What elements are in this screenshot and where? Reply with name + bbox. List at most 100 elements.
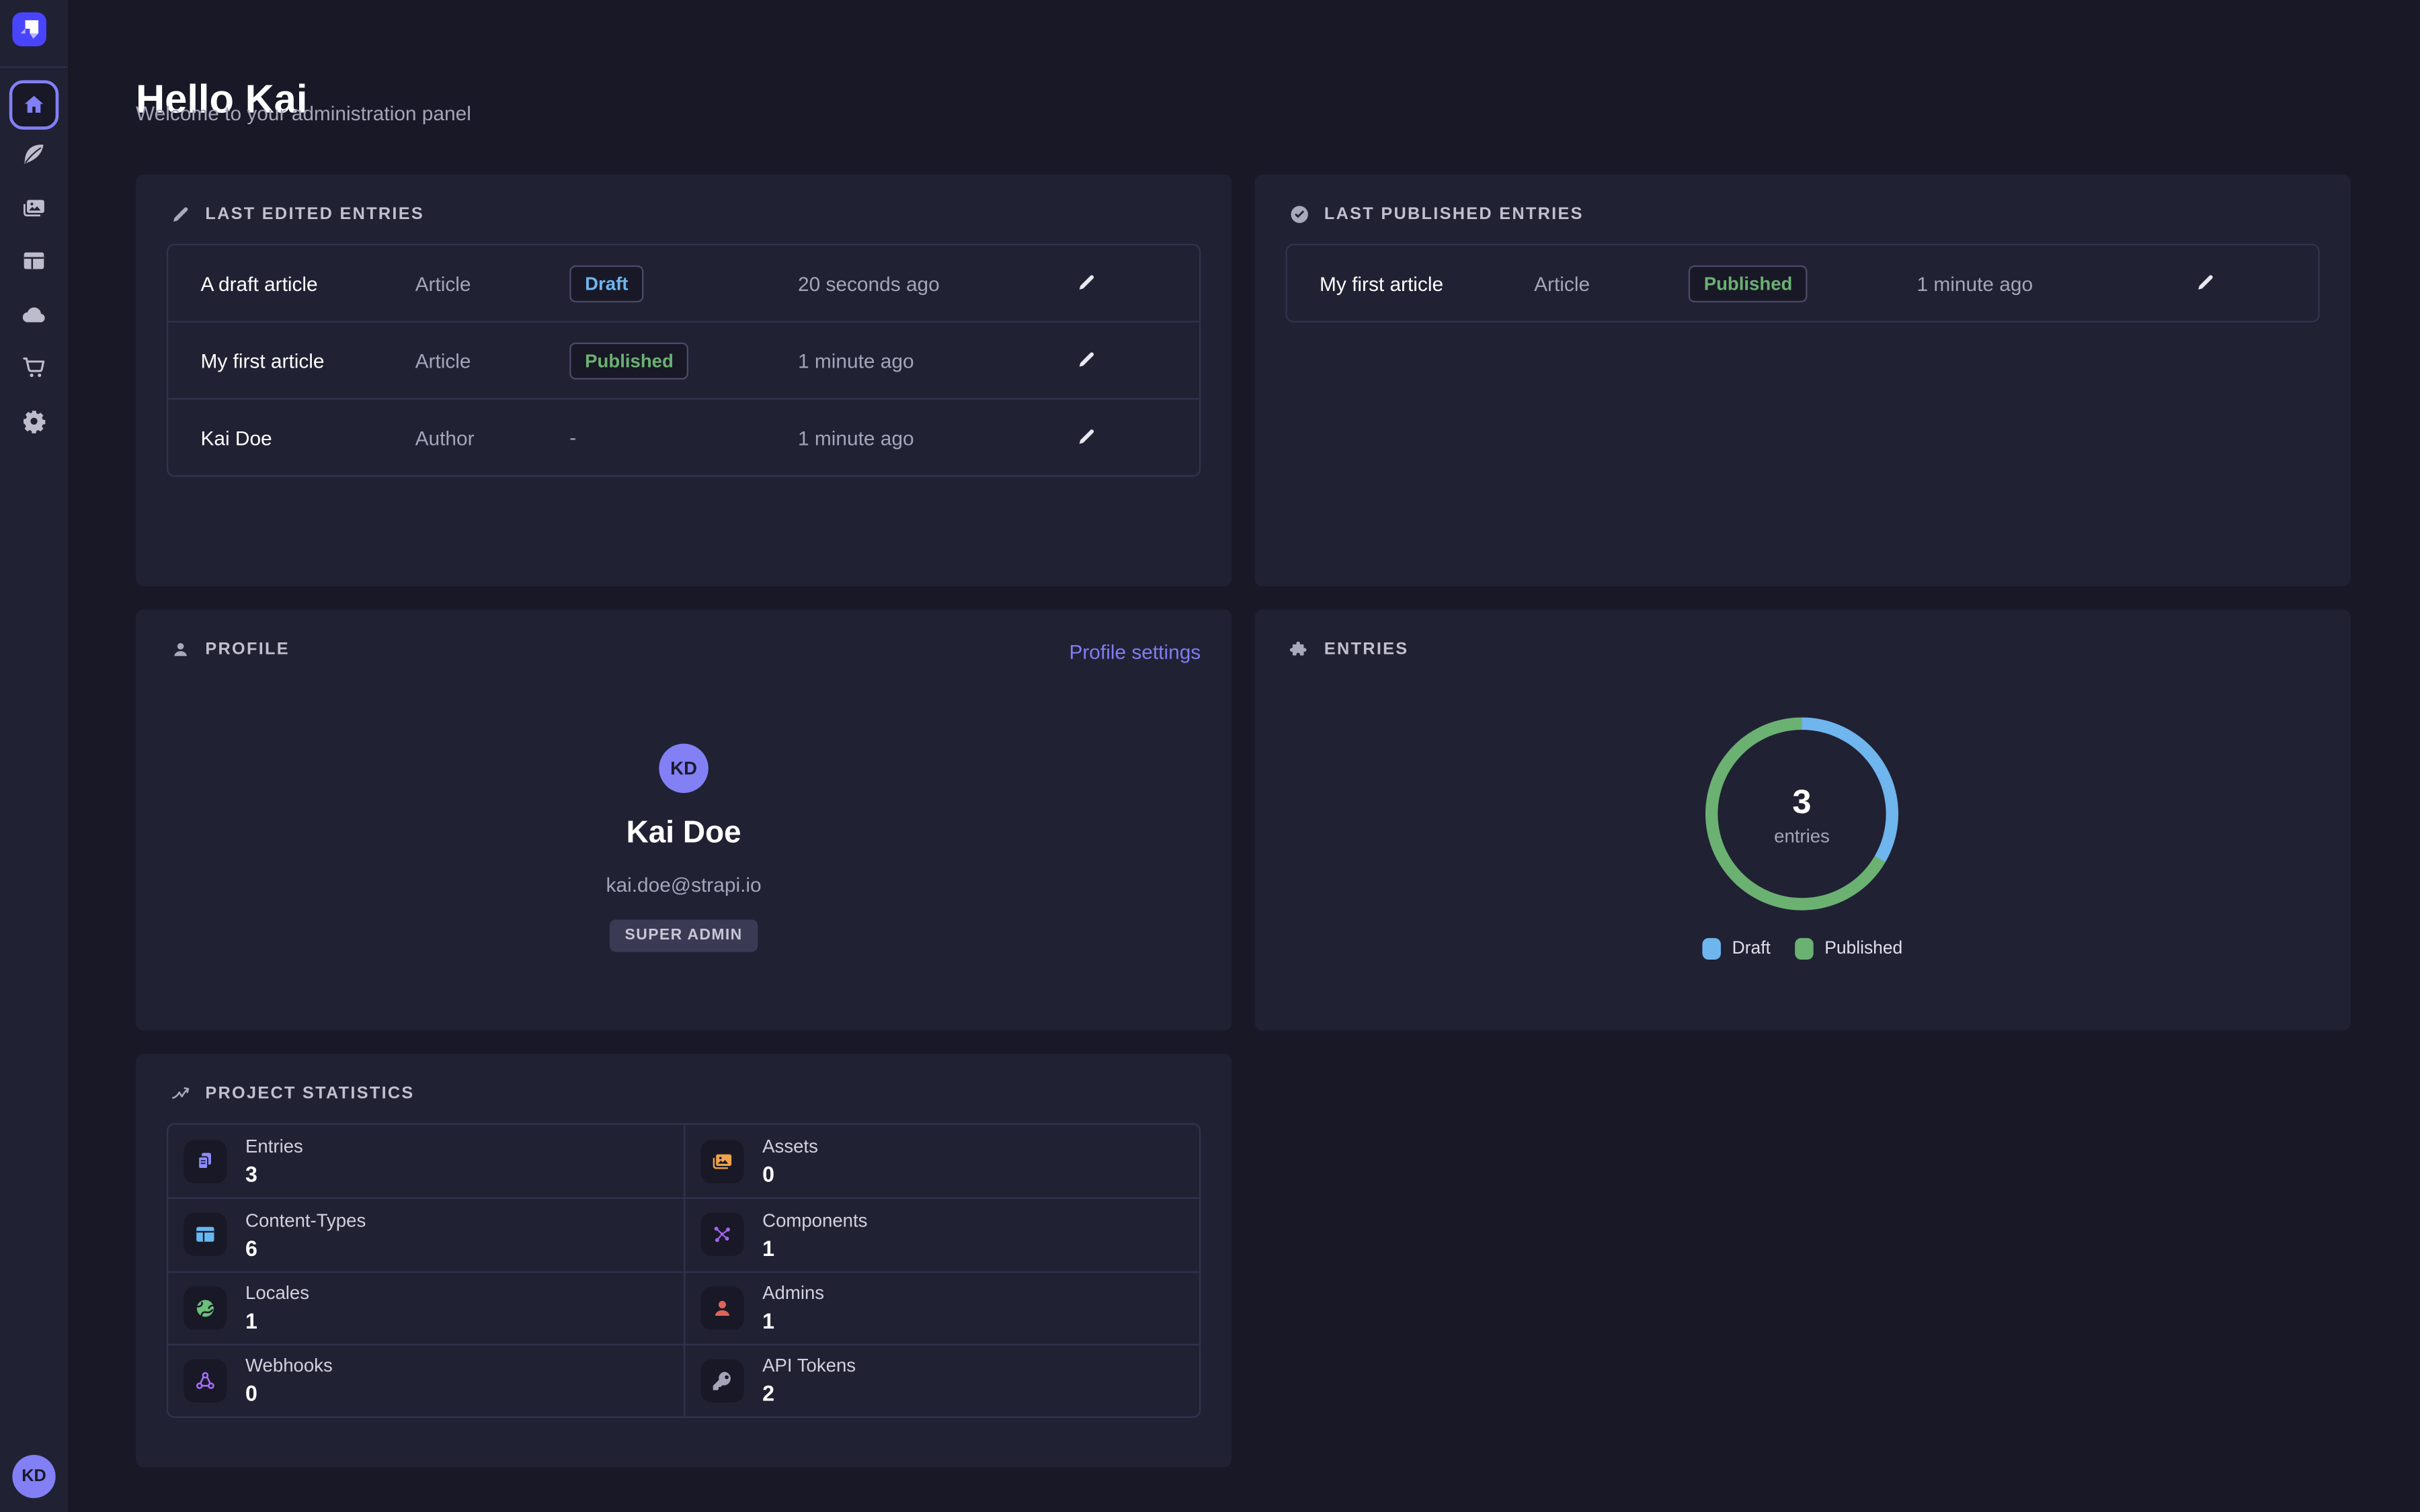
stat-admins: Admins1 [684,1271,1199,1343]
profile-settings-link[interactable]: Profile settings [1069,640,1201,663]
stats-grid: Entries3 Assets0 Content-Types6 Componen… [167,1123,1201,1418]
gear-icon [20,407,48,435]
puzzle-icon [1289,639,1310,661]
feather-icon [20,140,48,168]
entry-type: Author [415,426,475,449]
entry-time: 20 seconds ago [798,271,940,294]
entry-time: 1 minute ago [1917,271,2033,294]
pictures-icon [710,1149,735,1174]
legend-published-swatch [1796,938,1814,960]
stat-api-tokens: API Tokens2 [684,1343,1199,1416]
stat-value: 1 [245,1308,309,1333]
edit-entry-button[interactable] [1076,425,1100,450]
person-icon [170,639,192,661]
home-icon [22,93,46,118]
edit-entry-button[interactable] [1076,348,1100,373]
sidebar-item-deploy[interactable] [20,301,48,329]
stat-value: 6 [245,1236,366,1261]
entry-time: 1 minute ago [798,349,914,372]
webhook-icon [193,1368,218,1393]
card-header: LAST EDITED ENTRIES [170,204,424,225]
entry-type: Article [415,271,471,294]
sidebar-item-media-library[interactable] [20,194,48,222]
entry-name: Kai Doe [200,426,272,449]
table-row: My first article Article Published 1 min… [168,321,1199,398]
profile-card: PROFILE Profile settings KD Kai Doe kai.… [136,610,1232,1031]
table-row: My first article Article Published 1 min… [1287,245,2318,321]
edit-entry-button[interactable] [1076,271,1100,296]
trending-up-icon [170,1083,192,1105]
table-row: Kai Doe Author - 1 minute ago [168,398,1199,475]
status-badge: Draft [569,265,643,302]
entries-card: ENTRIES 3 entries Draft Published [1255,610,2351,1031]
stat-value: 1 [762,1308,824,1333]
profile-name: Kai Doe [627,816,741,852]
legend-draft-swatch [1703,938,1722,960]
edit-entry-button[interactable] [2195,271,2220,296]
card-title: PROFILE [205,640,290,659]
cloud-icon [20,301,48,329]
stat-locales: Locales 1 [168,1271,684,1343]
stat-value: 0 [245,1382,333,1406]
entry-name: My first article [200,349,324,372]
donut-center: 3 entries [1718,730,1886,898]
stat-label: Components [762,1210,867,1231]
last-edited-entries-card: LAST EDITED ENTRIES A draft article Arti… [136,174,1232,586]
card-header: LAST PUBLISHED ENTRIES [1289,204,1584,225]
stat-components: Components 1 [684,1198,1199,1270]
sidebar-item-marketplace[interactable] [20,353,48,381]
strapi-admin-dashboard: KD Hello Kai Welcome to your administrat… [0,0,2420,1512]
table-row: A draft article Article Draft 20 seconds… [168,245,1199,321]
pencil-icon [1076,348,1097,370]
cart-icon [20,353,48,381]
page-subtitle: Welcome to your administration panel [136,102,471,125]
card-title: PROJECT STATISTICS [205,1085,414,1103]
card-header: PROJECT STATISTICS [170,1083,415,1105]
stat-value: 1 [762,1236,867,1261]
sidebar-item-content-type-builder[interactable] [20,247,48,274]
card-title: LAST EDITED ENTRIES [205,205,424,224]
pencil-icon [1076,425,1097,447]
legend-draft-label: Draft [1732,939,1771,958]
donut-total: 3 [1792,782,1811,822]
documents-icon [193,1149,218,1174]
status-badge: Published [1689,265,1808,302]
pencil-icon [2195,271,2216,292]
card-title: LAST PUBLISHED ENTRIES [1324,205,1584,224]
card-title: ENTRIES [1324,640,1409,659]
donut-caption: entries [1774,825,1830,846]
globe-icon [193,1296,218,1320]
entry-type: Article [415,349,471,372]
stat-label: Content-Types [245,1210,366,1231]
sidebar-item-content-manager[interactable] [20,140,48,168]
check-circle-icon [1289,204,1310,225]
card-header: PROFILE [170,639,290,661]
entry-type: Article [1534,271,1590,294]
sidebar-user-avatar[interactable]: KD [12,1455,55,1498]
last-published-entries-card: LAST PUBLISHED ENTRIES My first article … [1255,174,2351,586]
card-header: ENTRIES [1289,639,1408,661]
last-published-table: My first article Article Published 1 min… [1285,244,2319,323]
stat-value: 2 [762,1382,856,1406]
entry-time: 1 minute ago [798,426,914,449]
stat-content-types: Content-Types 6 [168,1198,684,1270]
stat-label: Locales [245,1282,309,1304]
role-badge: SUPER ADMIN [610,919,758,952]
stat-label: Webhooks [245,1355,333,1377]
nodes-icon [710,1222,735,1247]
entry-name: My first article [1320,271,1443,294]
status-none: - [569,425,576,448]
project-statistics-card: PROJECT STATISTICS Entries3 Assets0 Cont… [136,1054,1232,1467]
person-icon [710,1296,735,1320]
sidebar-item-home[interactable] [9,80,58,129]
key-icon [710,1368,735,1393]
legend-item-draft: Draft [1703,938,1771,960]
pictures-icon [20,194,48,222]
profile-body: KD Kai Doe kai.doe@strapi.io SUPER ADMIN [136,744,1232,952]
stat-entries: Entries3 [168,1125,684,1198]
avatar: KD [659,744,708,793]
strapi-logo[interactable] [12,12,46,46]
status-badge: Published [569,342,689,379]
pencil-icon [170,204,192,225]
sidebar-item-settings[interactable] [20,407,48,435]
